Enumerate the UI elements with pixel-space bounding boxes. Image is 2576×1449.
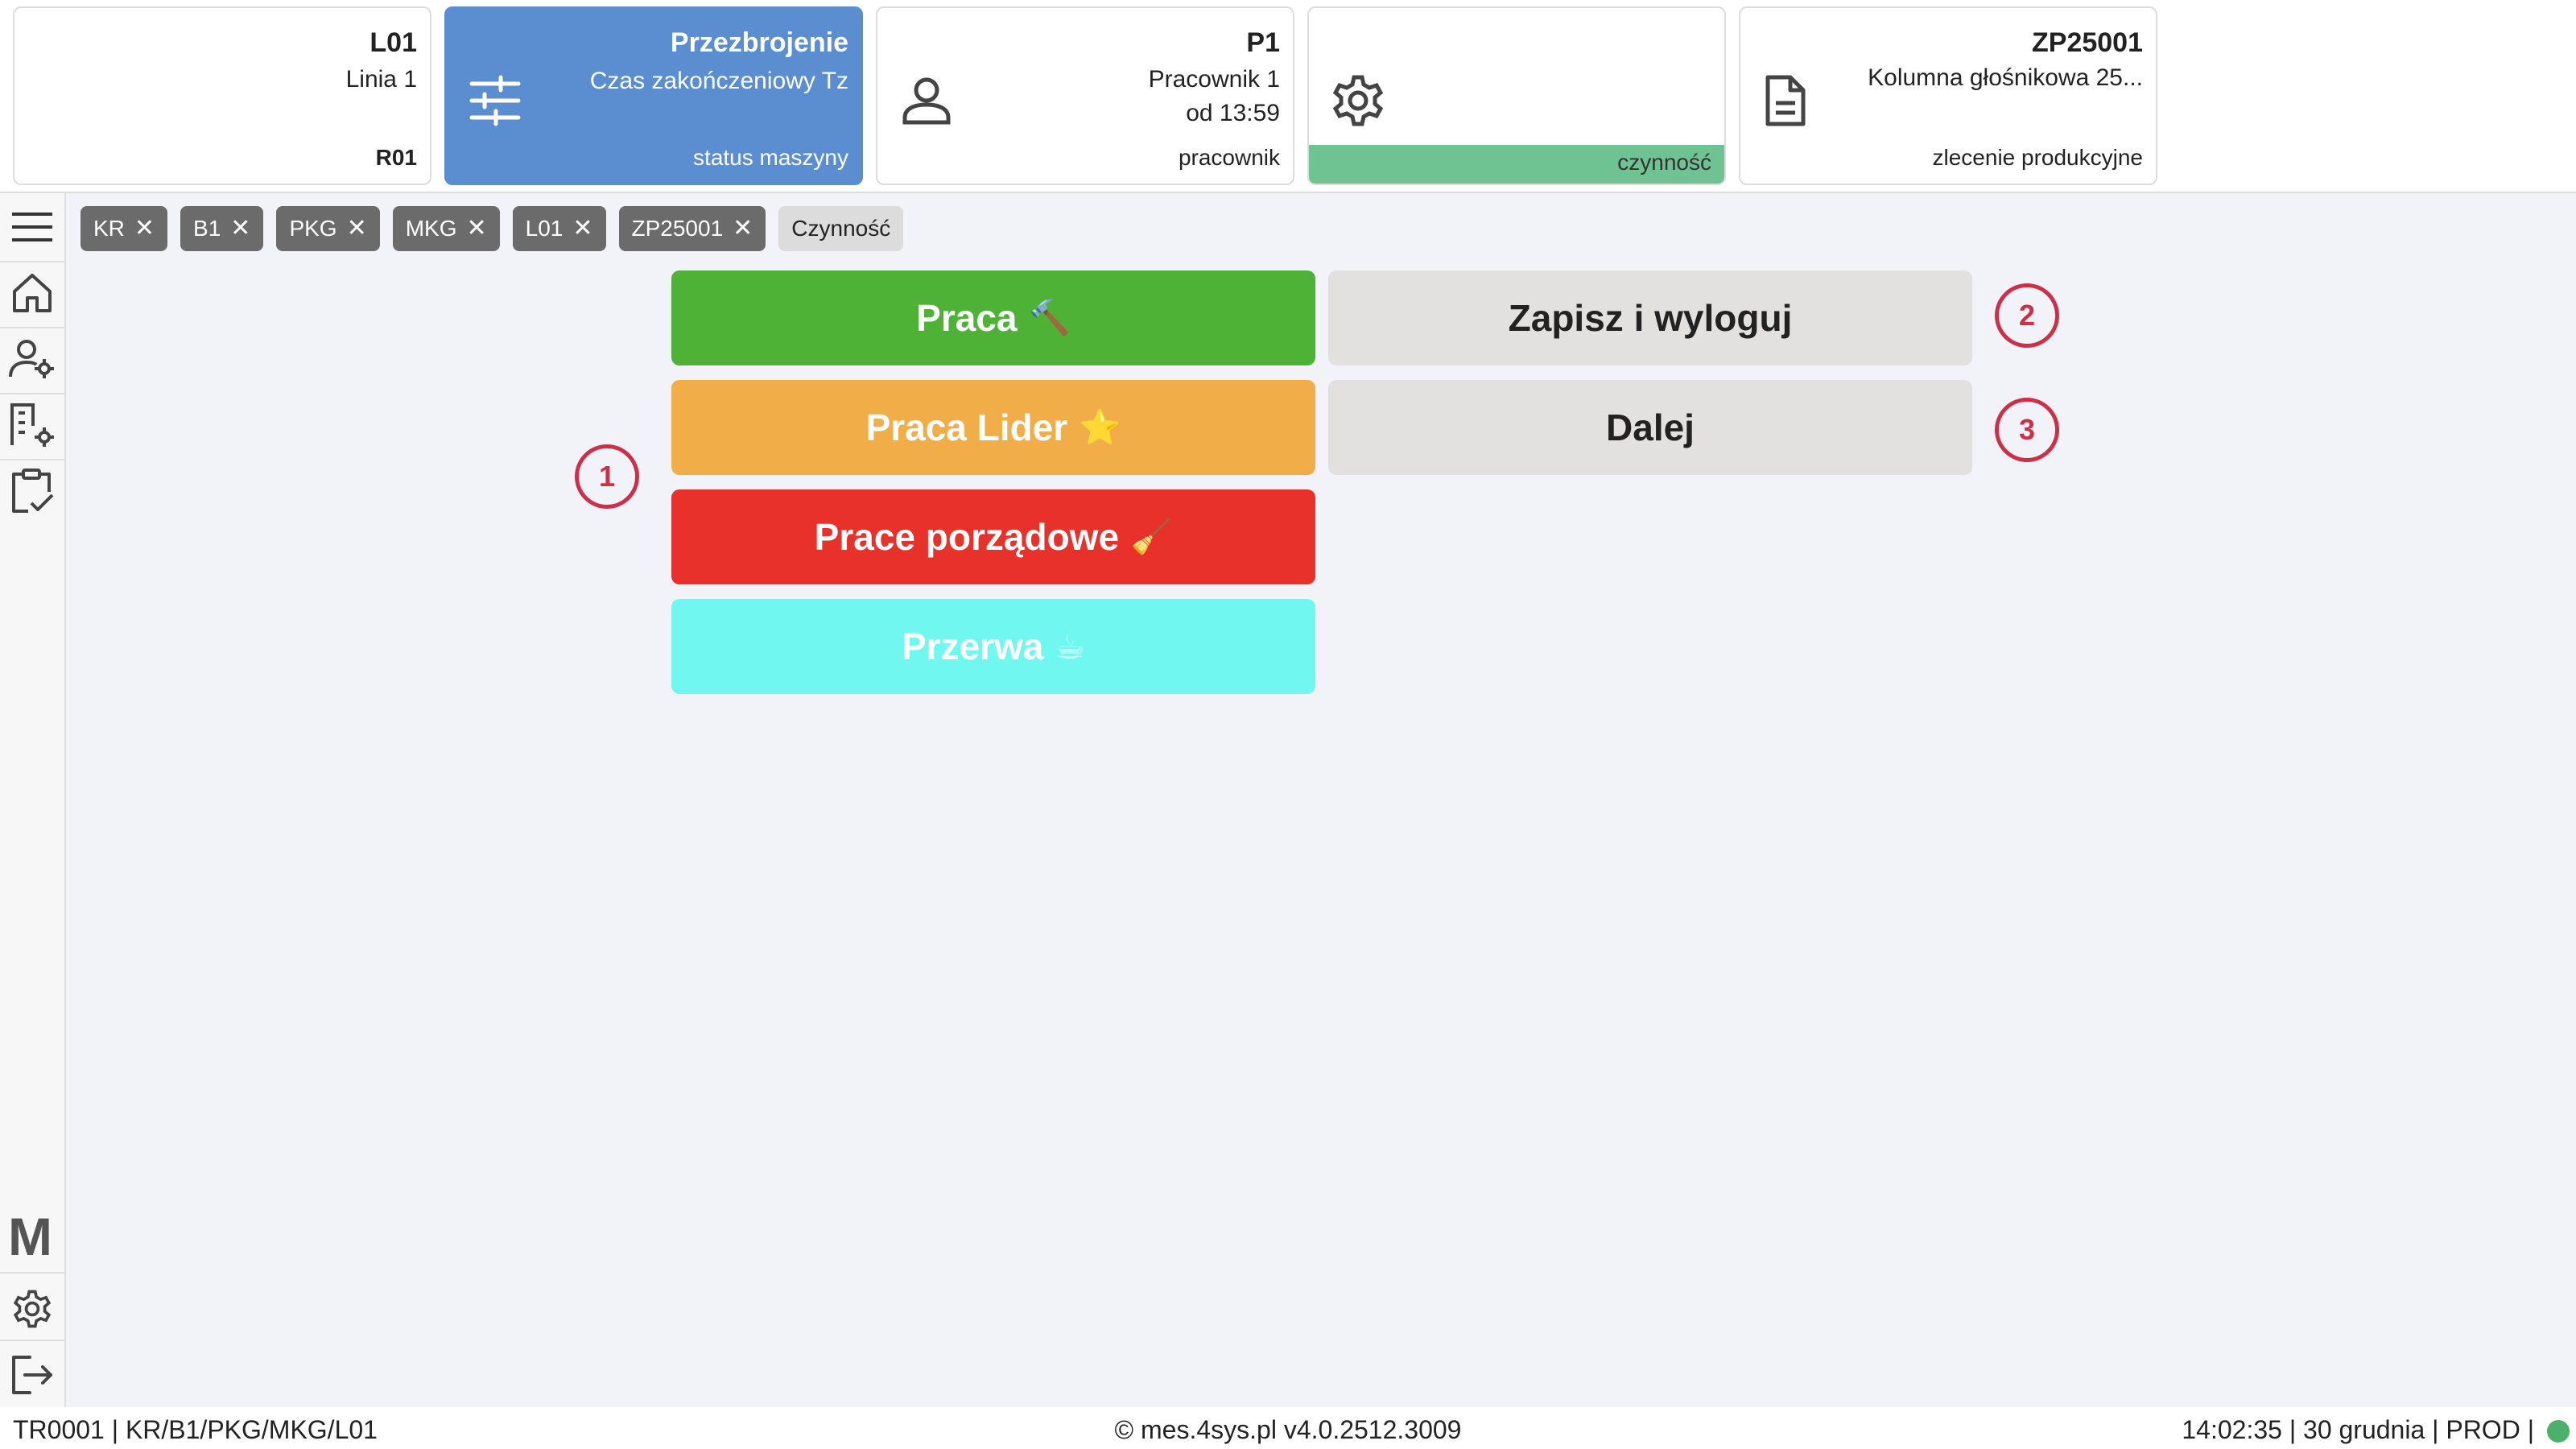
app-logo[interactable]: M — [8, 1206, 52, 1267]
order-code: ZP25001 — [2032, 27, 2143, 58]
connection-status-dot — [2547, 1420, 2570, 1443]
settings-icon[interactable] — [6, 1283, 58, 1335]
logout-icon[interactable] — [6, 1349, 58, 1401]
close-icon[interactable]: ✕ — [134, 217, 155, 241]
marker-3: 3 — [1995, 398, 2059, 462]
work-label: Praca — [916, 297, 1018, 339]
cleaning-button[interactable]: Prace porządowe 🧹 — [671, 489, 1315, 584]
chip-label: L01 — [525, 216, 564, 241]
hammer-icon: 🔨 — [1028, 298, 1071, 336]
marker-1: 1 — [575, 444, 639, 509]
save-logout-button[interactable]: Zapisz i wyloguj — [1328, 270, 1972, 365]
activity-card[interactable]: czynność — [1307, 6, 1726, 185]
work-button[interactable]: Praca 🔨 — [671, 270, 1315, 365]
close-icon[interactable]: ✕ — [572, 217, 592, 241]
clock-env: 14:02:35 | 30 grudnia | PROD | — [2182, 1415, 2534, 1444]
chip-l01[interactable]: L01 ✕ — [512, 206, 606, 251]
chip-label: KR — [93, 216, 125, 241]
next-button[interactable]: Dalej — [1328, 380, 1972, 475]
order-label: zlecenie produkcyjne — [1932, 145, 2144, 170]
chip-pkg[interactable]: PKG ✕ — [276, 206, 380, 251]
broom-icon: 🧹 — [1130, 517, 1173, 555]
line-card[interactable]: L01 Linia 1 R01 — [13, 6, 431, 185]
clipboard-check-icon[interactable] — [6, 465, 58, 517]
machine-status-subtitle: Czas zakończeniowy Tz — [589, 68, 848, 94]
coffee-icon: ☕ — [1055, 627, 1086, 666]
chip-label: MKG — [405, 216, 457, 241]
home-icon[interactable] — [6, 267, 58, 319]
break-button[interactable]: Przerwa ☕ — [671, 599, 1315, 694]
sidebar-divider — [0, 327, 64, 328]
chip-b1[interactable]: B1 ✕ — [180, 206, 264, 251]
chip-kr[interactable]: KR ✕ — [80, 206, 168, 251]
worker-code: P1 — [1246, 27, 1280, 58]
close-icon[interactable]: ✕ — [733, 217, 753, 241]
machine-status-card[interactable]: Przezbrojenie Czas zakończeniowy Tz stat… — [444, 6, 863, 185]
machine-status-title: Przezbrojenie — [670, 27, 848, 58]
document-icon — [1765, 75, 1806, 126]
sliders-icon — [469, 75, 521, 126]
next-label: Dalej — [1606, 407, 1695, 448]
machine-status-label: status maszyny — [693, 145, 848, 170]
leader-work-button[interactable]: Praca Lider ⭐ — [671, 380, 1315, 475]
top-header: L01 Linia 1 R01 Przezbrojenie Czas zakoń… — [0, 0, 2576, 193]
menu-icon[interactable] — [6, 201, 58, 253]
filter-chips: KR ✕ B1 ✕ PKG ✕ MKG ✕ L01 ✕ ZP25001 ✕ Czynność — [80, 206, 904, 251]
chip-label: PKG — [289, 216, 337, 241]
status-footer: TR0001 | KR/B1/PKG/MKG/L01 © mes.4sys.pl… — [0, 1407, 2576, 1449]
user-icon — [902, 77, 951, 125]
worker-since: od 13:59 — [1186, 100, 1280, 126]
sidebar-divider — [0, 1272, 64, 1274]
sidebar-divider — [0, 459, 64, 460]
order-card[interactable]: ZP25001 Kolumna głośnikowa 25... zleceni… — [1739, 6, 2157, 185]
order-name: Kolumna głośnikowa 25... — [1868, 64, 2143, 91]
chip-label: ZP25001 — [631, 216, 724, 241]
sidebar-divider — [0, 261, 64, 262]
user-settings-icon[interactable] — [6, 333, 58, 385]
leader-work-label: Praca Lider — [865, 407, 1068, 448]
left-sidebar: M — [0, 193, 66, 1407]
building-settings-icon[interactable] — [6, 399, 58, 451]
chip-zp25001[interactable]: ZP25001 ✕ — [618, 206, 766, 251]
close-icon[interactable]: ✕ — [467, 217, 487, 241]
chip-label: B1 — [193, 216, 221, 241]
worker-name: Pracownik 1 — [1148, 66, 1280, 93]
line-resource: R01 — [375, 145, 417, 170]
chip-label: Czynność — [791, 216, 891, 241]
sidebar-divider — [0, 393, 64, 394]
close-icon[interactable]: ✕ — [230, 217, 250, 241]
chip-mkg[interactable]: MKG ✕ — [392, 206, 500, 251]
chip-czynnosc: Czynność — [778, 206, 904, 251]
close-icon[interactable]: ✕ — [347, 217, 367, 241]
worker-label: pracownik — [1178, 145, 1280, 170]
star-icon: ⭐ — [1079, 407, 1121, 446]
line-name: Linia 1 — [345, 66, 417, 93]
gear-icon — [1332, 75, 1384, 126]
line-code: L01 — [369, 27, 417, 58]
break-label: Przerwa — [901, 625, 1044, 667]
marker-2: 2 — [1995, 283, 2059, 348]
cleaning-label: Prace porządowe — [814, 516, 1120, 558]
save-logout-label: Zapisz i wyloguj — [1508, 297, 1793, 339]
activity-label: czynność — [1617, 150, 1711, 175]
worker-card[interactable]: P1 Pracownik 1 od 13:59 pracownik — [876, 6, 1294, 185]
sidebar-divider — [0, 1340, 64, 1341]
